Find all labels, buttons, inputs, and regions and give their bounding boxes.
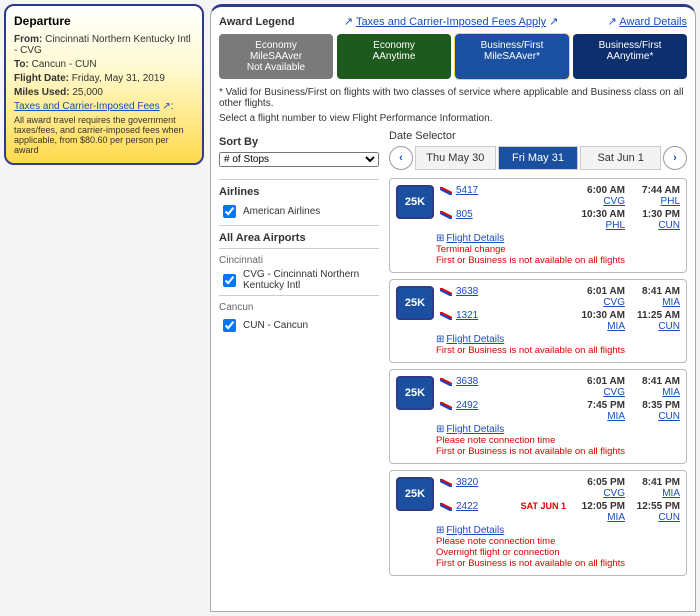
- airport-link[interactable]: MIA: [662, 297, 680, 308]
- airport-link[interactable]: CUN: [658, 321, 680, 332]
- award-legend-title: Award Legend: [219, 16, 295, 28]
- airport-link[interactable]: CVG: [603, 488, 625, 499]
- airport-link[interactable]: CUN: [658, 512, 680, 523]
- popup-icon: ↗: [344, 16, 353, 28]
- date-selector-title: Date Selector: [389, 130, 687, 142]
- date-next-button[interactable]: ›: [663, 146, 687, 170]
- airport-link[interactable]: CUN: [658, 411, 680, 422]
- airport-link[interactable]: MIA: [607, 512, 625, 523]
- miles-badge[interactable]: 25K: [396, 286, 434, 320]
- warning-text: Overnight flight or connection: [436, 547, 680, 558]
- carrier-icon: [440, 187, 452, 195]
- airport-link[interactable]: MIA: [662, 488, 680, 499]
- warning-text: Terminal change: [436, 244, 680, 255]
- airline-checkbox-aa[interactable]: American Airlines: [219, 202, 379, 221]
- airport-checkbox-cvg[interactable]: CVG - Cincinnati Northern Kentucky Intl: [219, 269, 379, 291]
- miles-badge[interactable]: 25K: [396, 477, 434, 511]
- airport-link[interactable]: CVG: [603, 387, 625, 398]
- airports-title: All Area Airports: [219, 232, 379, 244]
- airport-link[interactable]: PHL: [606, 220, 625, 231]
- flight-details-link[interactable]: Flight Details: [446, 334, 504, 345]
- flight-number-link[interactable]: 2422: [456, 501, 521, 512]
- airport-link[interactable]: MIA: [607, 321, 625, 332]
- departure-heading: Departure: [14, 14, 194, 28]
- tax-fees-link[interactable]: Taxes and Carrier-Imposed Fees: [14, 101, 160, 112]
- airport-link[interactable]: CVG: [603, 297, 625, 308]
- flight-result: 25K 5417 6:00 AMCVG 7:44 AMPHL 805: [389, 178, 687, 273]
- carrier-icon: [440, 402, 452, 410]
- taxes-apply-link[interactable]: Taxes and Carrier-Imposed Fees Apply: [356, 16, 546, 28]
- expand-icon[interactable]: ⊞: [436, 525, 444, 536]
- flight-result: 25K 3820 6:05 PMCVG 8:41 PMMIA 2422: [389, 470, 687, 576]
- airport-link[interactable]: CVG: [603, 196, 625, 207]
- flight-result: 25K 3638 6:01 AMCVG 8:41 AMMIA 2492: [389, 369, 687, 464]
- popup-icon: ↗: [549, 16, 558, 28]
- airport-link[interactable]: PHL: [661, 196, 680, 207]
- flight-result: 25K 3638 6:01 AMCVG 8:41 AMMIA 1321: [389, 279, 687, 363]
- flight-number-link[interactable]: 805: [456, 209, 570, 220]
- next-day-indicator: SAT JUN 1: [521, 501, 566, 511]
- cabin-economy-milesaaver[interactable]: EconomyMileSAAverNot Available: [219, 34, 333, 79]
- expand-icon[interactable]: ⊞: [436, 334, 444, 345]
- cabin-business-anytime[interactable]: Business/FirstAAnytime*: [573, 34, 687, 79]
- select-note: Select a flight number to view Flight Pe…: [219, 113, 687, 124]
- origin-city-label: Cincinnati: [219, 255, 379, 266]
- flight-details-link[interactable]: Flight Details: [446, 233, 504, 244]
- sort-title: Sort By: [219, 136, 379, 148]
- popup-icon: ↗: [608, 16, 617, 28]
- flight-number-link[interactable]: 3820: [456, 477, 570, 488]
- award-details-link[interactable]: Award Details: [619, 16, 687, 28]
- warning-text: First or Business is not available on al…: [436, 255, 680, 266]
- expand-icon[interactable]: ⊞: [436, 233, 444, 244]
- sort-select[interactable]: # of Stops: [219, 152, 379, 167]
- cabin-business-milesaaver[interactable]: Business/FirstMileSAAver*: [455, 34, 569, 79]
- miles-badge[interactable]: 25K: [396, 185, 434, 219]
- flight-number-link[interactable]: 1321: [456, 310, 570, 321]
- carrier-icon: [440, 378, 452, 386]
- carrier-icon: [440, 288, 452, 296]
- carrier-icon: [440, 479, 452, 487]
- tax-description: All award travel requires the government…: [14, 115, 194, 155]
- airport-link[interactable]: MIA: [607, 411, 625, 422]
- airport-checkbox-cun[interactable]: CUN - Cancun: [219, 316, 379, 335]
- miles-badge[interactable]: 25K: [396, 376, 434, 410]
- popup-icon: ↗: [162, 101, 170, 112]
- expand-icon[interactable]: ⊞: [436, 424, 444, 435]
- flight-number-link[interactable]: 5417: [456, 185, 570, 196]
- warning-text: First or Business is not available on al…: [436, 558, 680, 569]
- carrier-icon: [440, 312, 452, 320]
- date-option-1[interactable]: Fri May 31: [498, 146, 579, 170]
- warning-text: First or Business is not available on al…: [436, 446, 680, 457]
- flight-number-link[interactable]: 3638: [456, 286, 570, 297]
- warning-text: Please note connection time: [436, 435, 680, 446]
- carrier-icon: [440, 211, 452, 219]
- carrier-icon: [440, 503, 452, 511]
- flight-details-link[interactable]: Flight Details: [446, 525, 504, 536]
- departure-panel: Departure From: Cincinnati Northern Kent…: [4, 4, 204, 165]
- airlines-title: Airlines: [219, 186, 379, 198]
- date-option-2[interactable]: Sat Jun 1: [580, 146, 661, 170]
- flight-number-link[interactable]: 3638: [456, 376, 570, 387]
- flight-details-link[interactable]: Flight Details: [446, 424, 504, 435]
- airport-link[interactable]: MIA: [662, 387, 680, 398]
- warning-text: Please note connection time: [436, 536, 680, 547]
- flight-number-link[interactable]: 2492: [456, 400, 570, 411]
- departure-to: Cancun - CUN: [32, 59, 97, 70]
- cabin-economy-anytime[interactable]: EconomyAAnytime: [337, 34, 451, 79]
- warning-text: First or Business is not available on al…: [436, 345, 680, 356]
- airport-link[interactable]: CUN: [658, 220, 680, 231]
- departure-miles: 25,000: [72, 87, 103, 98]
- date-option-0[interactable]: Thu May 30: [415, 146, 496, 170]
- valid-note: * Valid for Business/First on flights wi…: [219, 87, 687, 109]
- departure-date: Friday, May 31, 2019: [72, 73, 165, 84]
- date-prev-button[interactable]: ‹: [389, 146, 413, 170]
- dest-city-label: Cancun: [219, 302, 379, 313]
